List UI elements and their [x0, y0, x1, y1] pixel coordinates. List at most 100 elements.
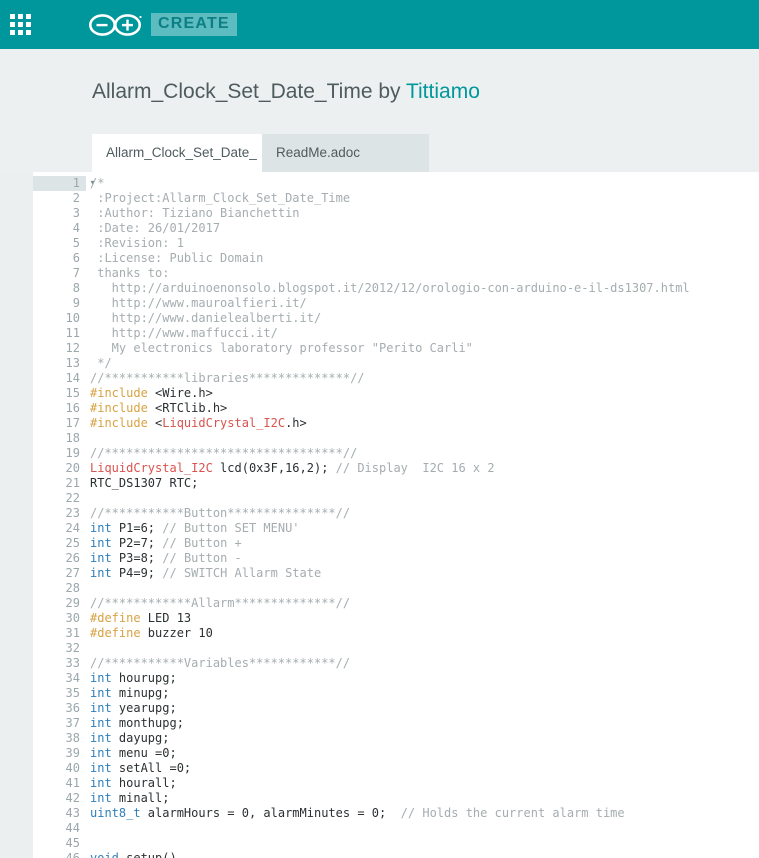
line-number[interactable]: 41 — [33, 776, 86, 791]
line-number[interactable]: 7 — [33, 266, 86, 281]
code-line[interactable] — [90, 491, 759, 506]
code-line[interactable]: */ — [90, 356, 759, 371]
code-line[interactable]: int minall; — [90, 791, 759, 806]
code-line[interactable]: :Project:Allarm_Clock_Set_Date_Time — [90, 191, 759, 206]
line-number[interactable]: 27 — [33, 566, 86, 581]
code-line[interactable] — [90, 836, 759, 851]
line-number[interactable]: 44 — [33, 821, 86, 836]
line-number[interactable]: 34 — [33, 671, 86, 686]
line-number[interactable]: 6 — [33, 251, 86, 266]
code-line[interactable]: RTC_DS1307 RTC; — [90, 476, 759, 491]
line-number[interactable]: 38 — [33, 731, 86, 746]
line-number[interactable]: 8 — [33, 281, 86, 296]
arduino-create-brand[interactable]: CREATE — [85, 11, 237, 39]
line-number[interactable]: 32 — [33, 641, 86, 656]
line-number[interactable]: 16 — [33, 401, 86, 416]
line-number[interactable]: 45 — [33, 836, 86, 851]
fold-toggle-icon[interactable]: ▾ — [90, 176, 95, 191]
apps-grid-icon[interactable] — [10, 13, 32, 36]
code-line[interactable] — [90, 581, 759, 596]
line-number[interactable]: 36 — [33, 701, 86, 716]
code-line[interactable]: int monthupg; — [90, 716, 759, 731]
line-number[interactable]: 2 — [33, 191, 86, 206]
line-number[interactable]: 30 — [33, 611, 86, 626]
line-number[interactable]: 19 — [33, 446, 86, 461]
code-line[interactable]: int P4=9; // SWITCH Allarm State — [90, 566, 759, 581]
code-line[interactable]: void setup() — [90, 851, 759, 858]
line-number[interactable]: 9 — [33, 296, 86, 311]
code-line[interactable]: //*********************************// — [90, 446, 759, 461]
line-number[interactable]: 12 — [33, 341, 86, 356]
line-number[interactable]: 18 — [33, 431, 86, 446]
line-number[interactable]: 29 — [33, 596, 86, 611]
code-line[interactable]: //************Allarm**************// — [90, 596, 759, 611]
code-line[interactable]: uint8_t alarmHours = 0, alarmMinutes = 0… — [90, 806, 759, 821]
line-number[interactable]: 10 — [33, 311, 86, 326]
code-line[interactable]: thanks to: — [90, 266, 759, 281]
line-number[interactable]: 31 — [33, 626, 86, 641]
code-editor[interactable]: 1 ▾ 2 3 4 5 6 7 8 9 10 11 12 13 14 15 16 17 18 19 20 21 22 23 24… — [0, 172, 759, 858]
line-number[interactable]: 3 — [33, 206, 86, 221]
line-number[interactable]: 24 — [33, 521, 86, 536]
code-line[interactable]: int P1=6; // Button SET MENU' — [90, 521, 759, 536]
code-line[interactable]: int dayupg; — [90, 731, 759, 746]
line-number[interactable]: 13 — [33, 356, 86, 371]
code-line[interactable]: http://www.danielealberti.it/ — [90, 311, 759, 326]
line-number[interactable]: 4 — [33, 221, 86, 236]
code-line[interactable]: //***********Variables************// — [90, 656, 759, 671]
code-line[interactable]: //***********libraries**************// — [90, 371, 759, 386]
line-number[interactable]: 40 — [33, 761, 86, 776]
code-line[interactable]: http://www.maffucci.it/ — [90, 326, 759, 341]
code-line[interactable]: /* — [90, 176, 759, 191]
line-number[interactable]: 20 — [33, 461, 86, 476]
line-number[interactable]: 46 — [33, 851, 86, 858]
code-line[interactable]: http://www.mauroalfieri.it/ — [90, 296, 759, 311]
line-number[interactable]: 43 — [33, 806, 86, 821]
code-line[interactable]: int menu =0; — [90, 746, 759, 761]
author-link[interactable]: Tittiamo — [406, 80, 480, 103]
line-number[interactable]: 5 — [33, 236, 86, 251]
code-line[interactable]: http://arduinoenonsolo.blogspot.it/2012/… — [90, 281, 759, 296]
code-line[interactable]: LiquidCrystal_I2C lcd(0x3F,16,2); // Dis… — [90, 461, 759, 476]
line-number[interactable]: 14 — [33, 371, 86, 386]
code-line[interactable]: //***********Button***************// — [90, 506, 759, 521]
code-line[interactable]: int P3=8; // Button - — [90, 551, 759, 566]
code-line[interactable]: #include <Wire.h> — [90, 386, 759, 401]
line-number[interactable]: 25 — [33, 536, 86, 551]
code-line[interactable]: :Author: Tiziano Bianchettin — [90, 206, 759, 221]
line-number[interactable]: 39 — [33, 746, 86, 761]
code-line[interactable]: int hourupg; — [90, 671, 759, 686]
tab-readme-file[interactable]: ReadMe.adoc — [262, 134, 429, 173]
line-number[interactable]: 11 — [33, 326, 86, 341]
line-number-gutter[interactable]: 1 ▾ 2 3 4 5 6 7 8 9 10 11 12 13 14 15 16 17 18 19 20 21 22 23 24… — [33, 172, 95, 858]
code-line[interactable]: :License: Public Domain — [90, 251, 759, 266]
code-line[interactable]: int P2=7; // Button + — [90, 536, 759, 551]
code-line[interactable]: My electronics laboratory professor "Per… — [90, 341, 759, 356]
code-line[interactable]: #include <RTClib.h> — [90, 401, 759, 416]
line-number[interactable]: 22 — [33, 491, 86, 506]
code-line[interactable]: #define buzzer 10 — [90, 626, 759, 641]
code-line[interactable]: int setAll =0; — [90, 761, 759, 776]
line-number[interactable]: 17 — [33, 416, 86, 431]
tab-sketch-file[interactable]: Allarm_Clock_Set_Date_ — [92, 134, 262, 173]
line-number[interactable]: 42 — [33, 791, 86, 806]
line-number[interactable]: 28 — [33, 581, 86, 596]
line-number[interactable]: 35 — [33, 686, 86, 701]
code-line[interactable]: int minupg; — [90, 686, 759, 701]
code-line[interactable]: :Date: 26/01/2017 — [90, 221, 759, 236]
code-content-area[interactable]: /* :Project:Allarm_Clock_Set_Date_Time :… — [86, 172, 759, 858]
code-line[interactable]: int hourall; — [90, 776, 759, 791]
line-number[interactable]: 37 — [33, 716, 86, 731]
code-line[interactable]: #define LED 13 — [90, 611, 759, 626]
code-line[interactable]: :Revision: 1 — [90, 236, 759, 251]
line-number[interactable]: 21 — [33, 476, 86, 491]
code-line[interactable]: #include <LiquidCrystal_I2C.h> — [90, 416, 759, 431]
line-number[interactable]: 23 — [33, 506, 86, 521]
line-number[interactable]: 33 — [33, 656, 86, 671]
code-line[interactable] — [90, 821, 759, 836]
code-line[interactable] — [90, 641, 759, 656]
line-number[interactable]: 26 — [33, 551, 86, 566]
line-number[interactable]: 1 ▾ — [33, 176, 95, 192]
line-number[interactable]: 15 — [33, 386, 86, 401]
code-line[interactable] — [90, 431, 759, 446]
